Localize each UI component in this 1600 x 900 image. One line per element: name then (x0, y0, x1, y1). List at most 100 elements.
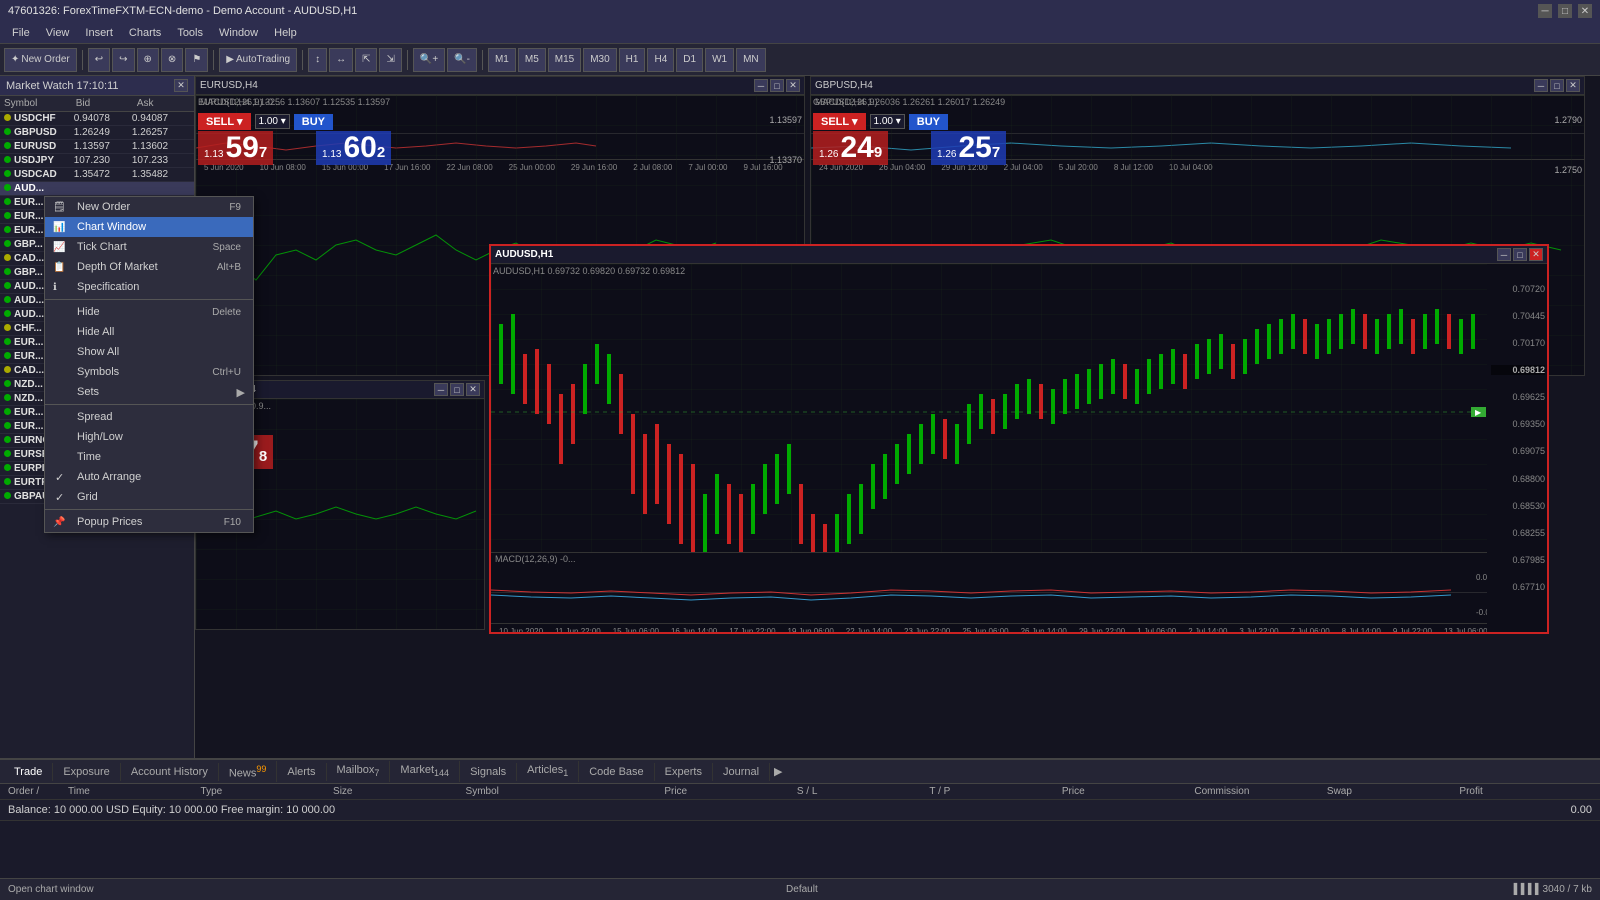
ctx-hide[interactable]: Hide Delete (45, 302, 253, 322)
period-m30[interactable]: M30 (583, 48, 616, 72)
dot-eurpln (4, 464, 11, 471)
tab-journal[interactable]: Journal (713, 763, 770, 781)
menu-help[interactable]: Help (266, 25, 305, 41)
tab-experts[interactable]: Experts (655, 763, 713, 781)
dot-gbpusd (4, 128, 11, 135)
menu-window[interactable]: Window (211, 25, 266, 41)
new-order-button[interactable]: ✦ New Order (4, 48, 77, 72)
ctx-spread[interactable]: Spread (45, 407, 253, 427)
chart-btn-1[interactable]: ↕ (308, 48, 327, 72)
zoom-out-button[interactable]: 🔍- (447, 48, 477, 72)
ctx-depth[interactable]: 📋 Depth Of Market Alt+B (45, 257, 253, 277)
usdchf-close[interactable]: ✕ (466, 383, 480, 396)
tab-news[interactable]: News99 (219, 761, 278, 783)
tab-mailbox[interactable]: Mailbox7 (327, 761, 391, 781)
ctx-specification[interactable]: ℹ Specification (45, 277, 253, 297)
audusd-minimize[interactable]: ─ (1497, 248, 1511, 261)
audusd-maximize[interactable]: □ (1513, 248, 1527, 261)
ctx-hide-all[interactable]: Hide All (45, 322, 253, 342)
autotrading-button[interactable]: ▶ AutoTrading (219, 48, 297, 72)
gbpusd-close[interactable]: ✕ (1566, 79, 1580, 92)
audusd-close[interactable]: ✕ (1529, 248, 1543, 261)
eurusd-minimize[interactable]: ─ (754, 79, 768, 92)
window-controls: ─ □ ✕ (1538, 4, 1592, 18)
toolbar-separator-3 (302, 50, 303, 70)
toolbar-btn-2[interactable]: ↪ (112, 48, 134, 72)
period-w1[interactable]: W1 (705, 48, 734, 72)
tab-market[interactable]: Market144 (390, 761, 460, 781)
market-watch-close[interactable]: ✕ (174, 79, 188, 92)
usdchf-maximize[interactable]: □ (450, 383, 464, 396)
mw-row-gbpusd[interactable]: GBPUSD 1.26249 1.26257 (0, 126, 194, 140)
period-h4[interactable]: H4 (647, 48, 674, 72)
chart-btn-2[interactable]: ↔ (329, 48, 353, 72)
tab-trade[interactable]: Trade (4, 763, 53, 781)
menu-file[interactable]: File (4, 25, 38, 41)
ctx-auto-arrange[interactable]: ✓ Auto Arrange (45, 467, 253, 487)
mw-row-usdjpy[interactable]: USDJPY 107.230 107.233 (0, 154, 194, 168)
ctx-tick-chart[interactable]: 📈 Tick Chart Space (45, 237, 253, 257)
ctx-show-all[interactable]: Show All (45, 342, 253, 362)
ctx-new-order[interactable]: 🗒 New Order F9 (45, 197, 253, 217)
gbpusd-minimize[interactable]: ─ (1534, 79, 1548, 92)
dot-gbp2 (4, 268, 11, 275)
period-m1[interactable]: M1 (488, 48, 516, 72)
period-mn[interactable]: MN (736, 48, 766, 72)
tab-articles[interactable]: Articles1 (517, 761, 579, 781)
maximize-button[interactable]: □ (1558, 4, 1572, 18)
sets-arrow-icon: ▶ (237, 386, 245, 399)
dot-usdcad (4, 170, 11, 177)
bottom-tabs-arrow[interactable]: ▶ (774, 765, 782, 778)
gbpusd-maximize[interactable]: □ (1550, 79, 1564, 92)
dot-nzd1 (4, 380, 11, 387)
menu-insert[interactable]: Insert (77, 25, 121, 41)
audusd-current-price: 0.69812 (1491, 365, 1545, 375)
tab-account-history[interactable]: Account History (121, 763, 219, 781)
tab-codebase[interactable]: Code Base (579, 763, 654, 781)
zoom-in-button[interactable]: 🔍+ (413, 48, 445, 72)
gbpusd-buy-button[interactable]: BUY (909, 114, 948, 130)
ctx-highlow[interactable]: High/Low (45, 427, 253, 447)
mw-row-usdcad[interactable]: USDCAD 1.35472 1.35482 (0, 168, 194, 182)
menu-tools[interactable]: Tools (169, 25, 211, 41)
eurusd-maximize[interactable]: □ (770, 79, 784, 92)
dot-eur3 (4, 226, 11, 233)
gbpusd-lot-display: 1.00 ▾ (870, 114, 905, 129)
ctx-time[interactable]: Time (45, 447, 253, 467)
toolbar-btn-1[interactable]: ↩ (88, 48, 110, 72)
gbpusd-info-bar: GBPUSD,H4 1.26036 1.26261 1.26017 1.2624… (813, 97, 1005, 107)
tab-alerts[interactable]: Alerts (277, 763, 326, 781)
mw-row-usdchf[interactable]: USDCHF 0.94078 0.94087 (0, 112, 194, 126)
chart-btn-4[interactable]: ⇲ (379, 48, 401, 72)
eurusd-sell-button[interactable]: SELL ▾ (198, 113, 251, 130)
market-watch-columns: Symbol Bid Ask (0, 96, 194, 112)
ctx-grid[interactable]: ✓ Grid (45, 487, 253, 507)
status-left: Open chart window (8, 884, 94, 895)
ctx-sets[interactable]: Sets ▶ (45, 382, 253, 402)
ctx-symbols[interactable]: Symbols Ctrl+U (45, 362, 253, 382)
tab-signals[interactable]: Signals (460, 763, 517, 781)
tab-exposure[interactable]: Exposure (53, 763, 120, 781)
eurusd-buy-price: 1.13 60 2 (316, 131, 391, 165)
eurusd-buy-button[interactable]: BUY (294, 114, 333, 130)
toolbar-btn-5[interactable]: ⚑ (185, 48, 208, 72)
menu-view[interactable]: View (38, 25, 78, 41)
toolbar-btn-4[interactable]: ⊗ (161, 48, 183, 72)
period-m5[interactable]: M5 (518, 48, 546, 72)
period-h1[interactable]: H1 (619, 48, 646, 72)
usdchf-minimize[interactable]: ─ (434, 383, 448, 396)
close-button[interactable]: ✕ (1578, 4, 1592, 18)
mw-row-eurusd[interactable]: EURUSD 1.13597 1.13602 (0, 140, 194, 154)
menu-charts[interactable]: Charts (121, 25, 169, 41)
period-d1[interactable]: D1 (676, 48, 703, 72)
chart-btn-3[interactable]: ⇱ (355, 48, 377, 72)
minimize-button[interactable]: ─ (1538, 4, 1552, 18)
mw-row-audusd[interactable]: AUD... (0, 182, 194, 196)
period-m15[interactable]: M15 (548, 48, 581, 72)
ctx-chart-window[interactable]: 📊 Chart Window (45, 217, 253, 237)
gbpusd-sell-button[interactable]: SELL ▾ (813, 113, 866, 130)
dot-chf1 (4, 324, 11, 331)
toolbar-btn-3[interactable]: ⊕ (137, 48, 159, 72)
ctx-popup-prices[interactable]: 📌 Popup Prices F10 (45, 512, 253, 532)
eurusd-close[interactable]: ✕ (786, 79, 800, 92)
